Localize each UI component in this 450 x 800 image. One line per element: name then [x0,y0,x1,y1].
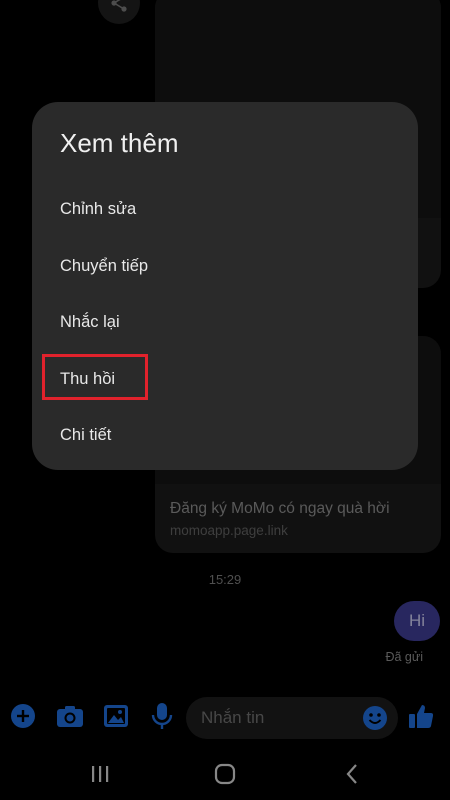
more-options-dialog: Xem thêm Chỉnh sửa Chuyển tiếp Nhắc lại … [32,102,418,470]
menu-item-details[interactable]: Chi tiết [60,426,111,445]
unsend-highlight-box [42,354,148,400]
dialog-title: Xem thêm [60,128,179,158]
menu-item-forward[interactable]: Chuyển tiếp [60,257,148,276]
menu-item-edit[interactable]: Chỉnh sửa [60,200,136,219]
menu-item-remind[interactable]: Nhắc lại [60,313,120,332]
